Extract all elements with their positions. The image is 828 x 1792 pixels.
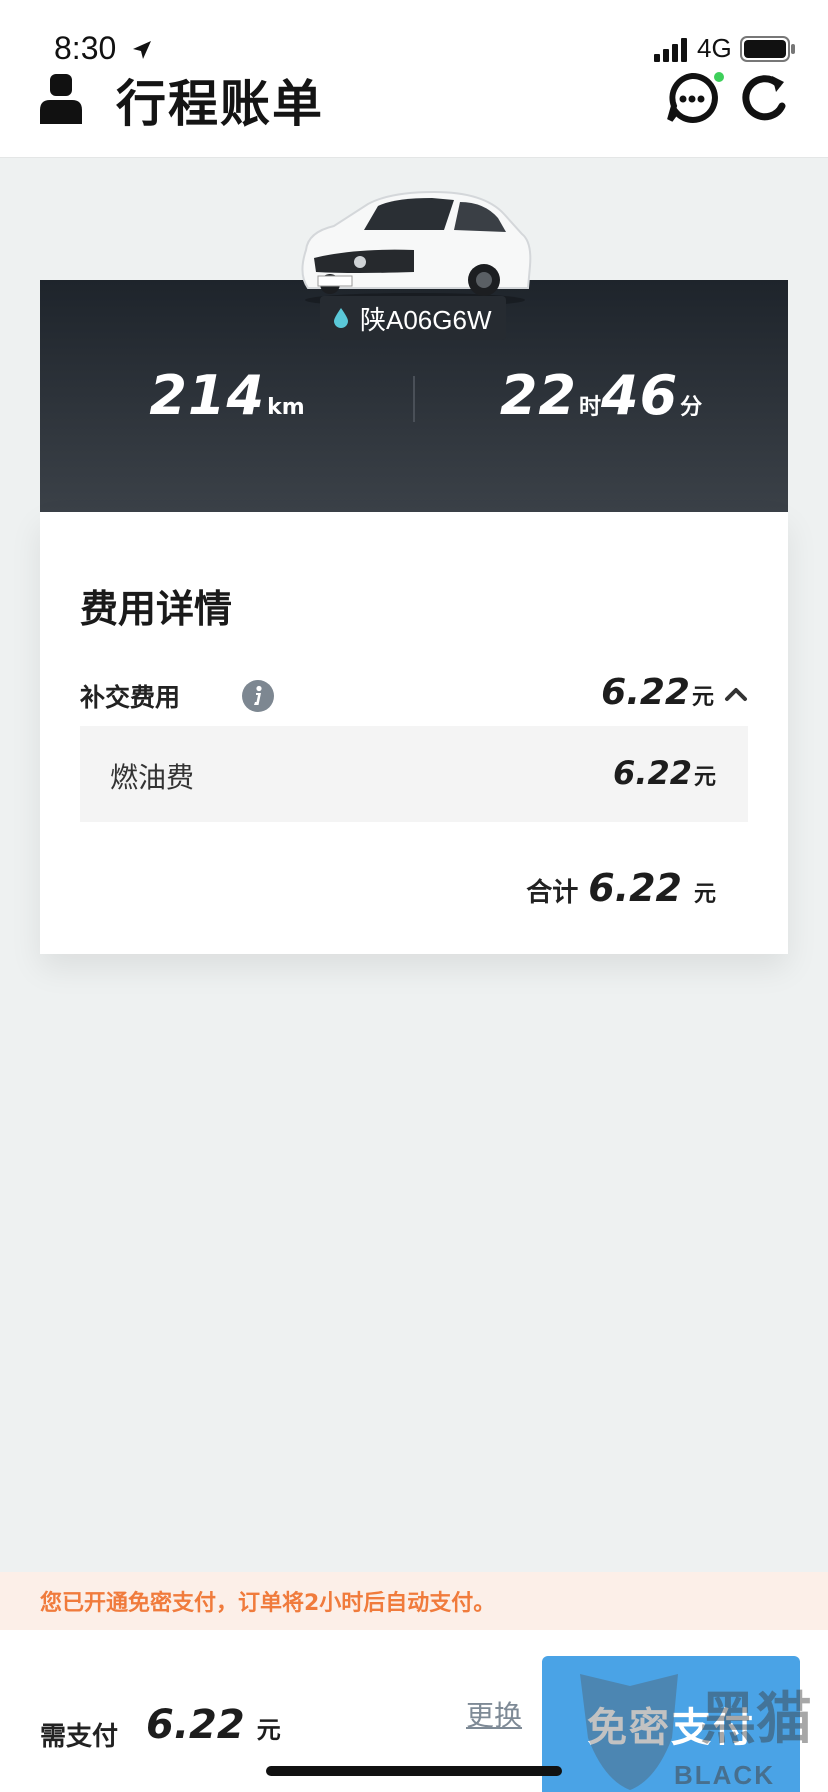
battery-icon bbox=[740, 36, 795, 62]
distance-unit: km bbox=[267, 395, 305, 420]
extra-fee-amount: 6.22 元 bbox=[601, 672, 714, 713]
signal-icon bbox=[654, 38, 687, 62]
fee-item-label: 燃油费 bbox=[110, 761, 195, 794]
fee-item-value: 6.22 bbox=[613, 754, 692, 792]
chat-icon[interactable] bbox=[666, 72, 718, 124]
plate-badge: 陕A06G6W bbox=[320, 296, 506, 340]
info-icon[interactable] bbox=[242, 680, 274, 712]
total-label: 合计 bbox=[526, 878, 579, 908]
distance-value: 214 bbox=[149, 364, 266, 427]
page-title: 行程账单 bbox=[116, 75, 324, 133]
duration-minutes: 46 bbox=[601, 364, 679, 427]
car-image bbox=[301, 190, 532, 307]
currency-unit: 元 bbox=[691, 685, 714, 710]
extra-fee-label: 补交费用 bbox=[80, 683, 181, 712]
trip-distance: 214 km bbox=[40, 364, 414, 444]
currency-unit: 元 bbox=[693, 882, 716, 907]
trip-summary-panel: 陕A06G6W 214 km 22 时 46 分 bbox=[40, 280, 788, 512]
extra-fee-row[interactable]: 补交费用 6.22 元 bbox=[80, 672, 748, 718]
currency-unit: 元 bbox=[256, 1716, 281, 1744]
water-drop-icon bbox=[334, 308, 348, 328]
pay-due-value: 6.22 bbox=[146, 1702, 245, 1748]
extra-fee-value: 6.22 bbox=[601, 672, 690, 713]
network-type: 4G bbox=[697, 33, 732, 63]
trip-duration: 22 时 46 分 bbox=[414, 364, 788, 444]
fee-details-title: 费用详情 bbox=[80, 587, 233, 631]
plate-number: 陕A06G6W bbox=[360, 304, 492, 335]
status-time: 8:30 bbox=[54, 30, 117, 66]
fee-total: 合计 6.22 元 bbox=[526, 866, 716, 910]
chevron-up-icon[interactable] bbox=[724, 686, 748, 702]
change-payment-link[interactable]: 更换 bbox=[466, 1694, 522, 1734]
pay-due-label: 需支付 bbox=[40, 1722, 119, 1752]
pay-due-amount: 6.22 元 bbox=[146, 1702, 281, 1748]
auto-pay-notice: 您已开通免密支付，订单将2小时后自动支付。 bbox=[0, 1572, 828, 1630]
online-dot bbox=[712, 70, 726, 84]
total-value: 6.22 bbox=[588, 866, 682, 910]
hours-unit: 时 bbox=[578, 395, 601, 420]
fee-item-amount: 6.22 元 bbox=[613, 754, 716, 792]
home-indicator bbox=[266, 1766, 562, 1776]
currency-unit: 元 bbox=[693, 765, 716, 790]
fee-details-card: 费用详情 补交费用 6.22 元 燃油费 6.22 元 合计 6.22 元 bbox=[40, 512, 788, 954]
refresh-icon[interactable] bbox=[738, 72, 790, 124]
user-icon[interactable] bbox=[40, 74, 82, 124]
ticket-edge bbox=[40, 498, 788, 512]
duration-hours: 22 bbox=[499, 364, 577, 427]
app-header: 8:30 4G 行程账单 bbox=[0, 0, 828, 158]
minutes-unit: 分 bbox=[680, 395, 703, 420]
watermark-text: BLACK CAT bbox=[674, 1760, 775, 1792]
fee-item-fuel: 燃油费 6.22 元 bbox=[80, 726, 748, 822]
location-arrow-icon bbox=[133, 41, 151, 59]
